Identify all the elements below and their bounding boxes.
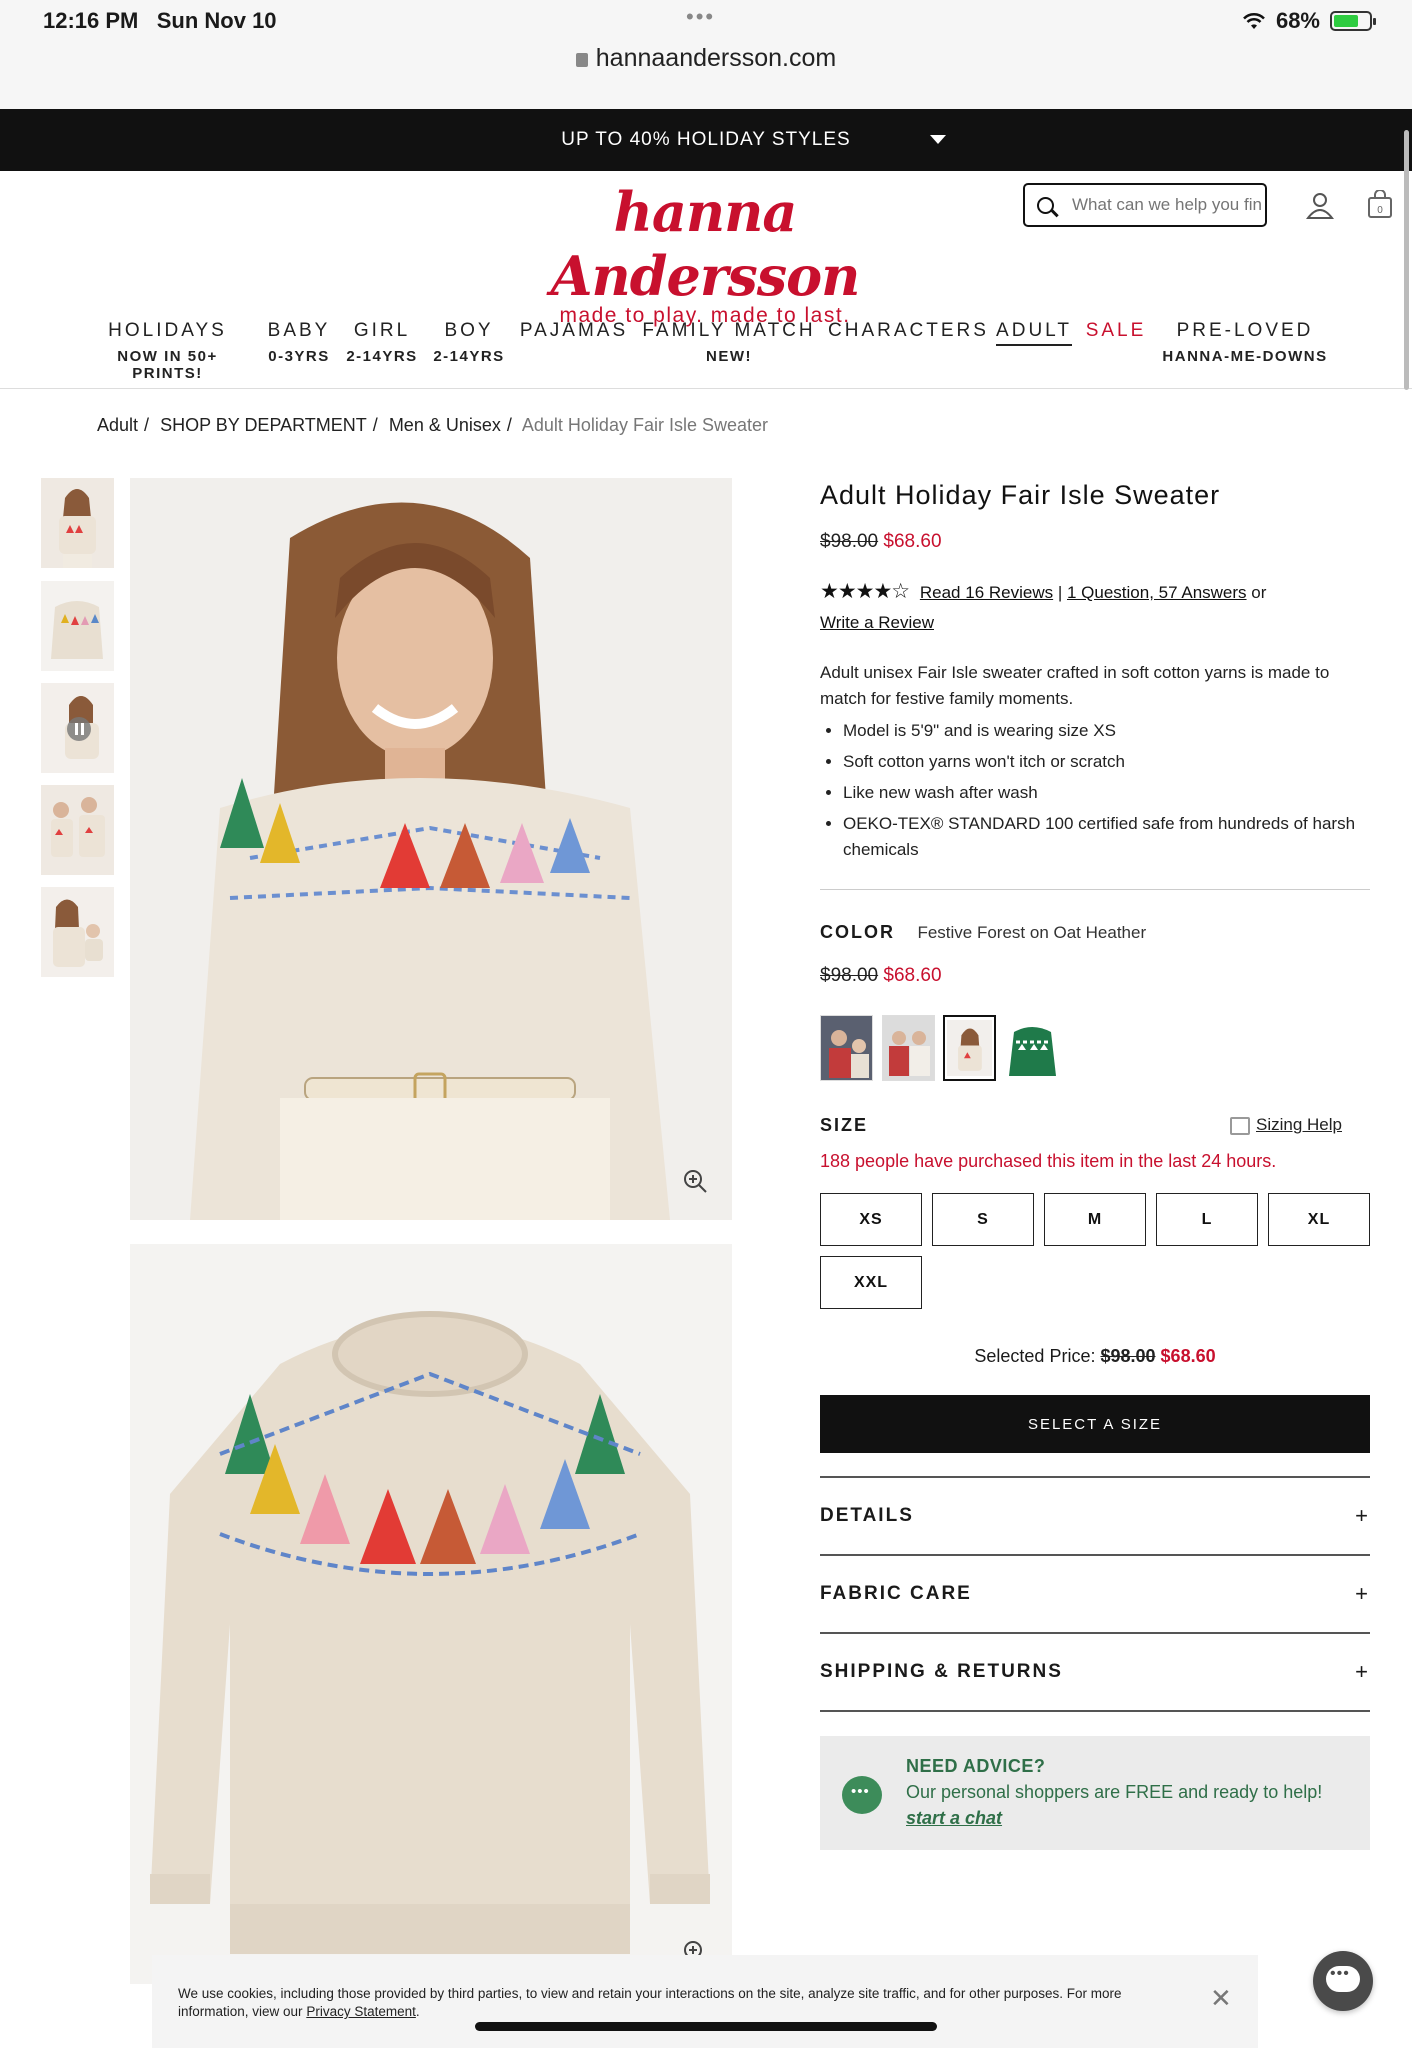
promo-banner[interactable]: UP TO 40% HOLIDAY STYLES [0, 109, 1412, 171]
lock-icon [575, 53, 588, 67]
questions-link[interactable]: 1 Question, 57 Answers [1067, 583, 1247, 602]
color-price: $98.00 $68.60 [820, 965, 942, 986]
search-icon[interactable] [1037, 196, 1054, 214]
advice-text: Our personal shoppers are FREE and ready… [906, 1782, 1323, 1802]
nav-holidays[interactable]: HOLIDAYS NOW IN 50+ PRINTS! [80, 320, 255, 382]
list-item: Model is 5'9" and is wearing size XS [843, 718, 1370, 744]
selected-price: Selected Price: $98.00 $68.60 [974, 1346, 1216, 1366]
size-l-button[interactable]: L [1156, 1193, 1258, 1246]
wifi-icon [1243, 13, 1265, 29]
nav-sale[interactable]: SALE [1085, 320, 1147, 342]
nav-family-match[interactable]: FAMILY MATCH NEW! [640, 320, 818, 365]
home-indicator[interactable] [475, 2022, 937, 2031]
plus-icon: + [1355, 1581, 1368, 1606]
product-info: Adult Holiday Fair Isle Sweater $98.00 $… [820, 480, 1370, 987]
chat-bubble-icon [842, 1776, 882, 1814]
breadcrumb-current: Adult Holiday Fair Isle Sweater [521, 415, 768, 435]
color-swatch-1[interactable] [820, 1015, 873, 1081]
breadcrumb-men-unisex[interactable]: Men & Unisex [389, 415, 501, 435]
thumbnail-4[interactable] [41, 785, 114, 875]
plus-icon: + [1355, 1659, 1368, 1684]
privacy-statement-link[interactable]: Privacy Statement [306, 2004, 416, 2019]
status-time: 12:16 PM Sun Nov 10 [43, 8, 277, 33]
multitask-dots-icon[interactable]: ••• [686, 4, 715, 30]
size-xs-button[interactable]: XS [820, 1193, 922, 1246]
chat-launcher-icon[interactable] [1313, 1951, 1373, 2011]
brand-logo[interactable]: hanna Andersson made to play. made to la… [540, 180, 870, 328]
nav-divider [0, 388, 1412, 389]
product-image-model[interactable] [130, 478, 732, 1220]
account-icon[interactable] [1305, 190, 1335, 220]
feature-list: Model is 5'9" and is wearing size XS Sof… [820, 718, 1370, 863]
chevron-down-icon[interactable] [930, 135, 946, 144]
color-swatch-2[interactable] [882, 1015, 935, 1081]
zoom-in-icon[interactable] [682, 1168, 708, 1194]
write-review-link[interactable]: Write a Review [820, 613, 934, 632]
search-box[interactable] [1023, 183, 1267, 227]
size-s-button[interactable]: S [932, 1193, 1034, 1246]
start-chat-link[interactable]: start a chat [906, 1808, 1002, 1829]
logo-script: hanna Andersson [550, 180, 861, 308]
product-description: Adult unisex Fair Isle sweater crafted i… [820, 660, 1370, 863]
battery-percent: 68% [1275, 8, 1320, 33]
cookie-banner: We use cookies, including those provided… [152, 1955, 1258, 2048]
advice-title: NEED ADVICE? [906, 1756, 1046, 1776]
list-item: Soft cotton yarns won't itch or scratch [843, 749, 1370, 775]
shopping-bag-icon[interactable]: 0 [1367, 190, 1393, 218]
sizing-help-link[interactable]: Sizing Help [1230, 1115, 1342, 1135]
battery-icon [1330, 11, 1376, 31]
scrollbar[interactable] [1404, 130, 1409, 390]
thumbnail-3-video[interactable] [41, 683, 114, 773]
read-reviews-link[interactable]: Read 16 Reviews [920, 583, 1053, 602]
size-xxl-button[interactable]: XXL [820, 1256, 922, 1309]
size-xl-button[interactable]: XL [1268, 1193, 1370, 1246]
color-row: COLOR Festive Forest on Oat Heather [820, 922, 1147, 942]
product-image-flat[interactable] [130, 1244, 732, 1984]
close-icon[interactable]: ✕ [1210, 1983, 1232, 2014]
list-item: Like new wash after wash [843, 780, 1370, 806]
svg-text:0: 0 [1377, 205, 1383, 216]
thumbnail-5[interactable] [41, 887, 114, 977]
nav-characters[interactable]: CHARACTERS [828, 320, 986, 342]
color-value: Festive Forest on Oat Heather [917, 923, 1147, 942]
rating-row: ★★★★☆ Read 16 Reviews | 1 Question, 57 A… [820, 580, 1267, 632]
accordion-shipping-returns[interactable]: SHIPPING & RETURNS + [820, 1632, 1370, 1712]
select-size-button[interactable]: SELECT A SIZE [820, 1395, 1370, 1453]
size-m-button[interactable]: M [1044, 1193, 1146, 1246]
url-bar[interactable]: hannaandersson.com [0, 44, 1412, 73]
breadcrumb-adult[interactable]: Adult [97, 415, 138, 435]
accordion-fabric-care[interactable]: FABRIC CARE + [820, 1554, 1370, 1632]
search-input[interactable] [1072, 195, 1262, 215]
price: $98.00 $68.60 [820, 531, 1370, 553]
breadcrumb: Adult / SHOP BY DEPARTMENT / Men & Unisex /… [97, 415, 768, 435]
status-right: 68% [1242, 8, 1376, 34]
nav-baby[interactable]: BABY 0-3YRS [264, 320, 334, 365]
nav-pre-loved[interactable]: PRE-LOVED HANNA-ME-DOWNS [1160, 320, 1330, 365]
thumbnail-2[interactable] [41, 581, 114, 671]
sale-price: $68.60 [883, 531, 942, 552]
color-swatch-4[interactable] [1005, 1015, 1058, 1081]
purchase-count-note: 188 people have purchased this item in t… [820, 1151, 1277, 1171]
nav-pajamas[interactable]: PAJAMAS [518, 320, 630, 342]
thumbnail-1[interactable] [41, 478, 114, 568]
breadcrumb-shop-by-department[interactable]: SHOP BY DEPARTMENT [160, 415, 367, 435]
nav-boy[interactable]: BOY 2-14YRS [430, 320, 508, 365]
original-price: $98.00 [820, 531, 879, 552]
browser-chrome: 12:16 PM Sun Nov 10 ••• 68% hannaanderss… [0, 0, 1412, 109]
plus-icon: + [1355, 1503, 1368, 1528]
list-item: OEKO-TEX® STANDARD 100 certified safe fr… [843, 811, 1370, 863]
rating-stars-icon: ★★★★☆ [820, 580, 910, 603]
need-advice-panel: NEED ADVICE? Our personal shoppers are F… [820, 1736, 1370, 1850]
color-swatch-3-selected[interactable] [943, 1015, 996, 1081]
main-navigation: HOLIDAYS NOW IN 50+ PRINTS! BABY 0-3YRS GI… [0, 320, 1412, 390]
size-label: SIZE [820, 1115, 869, 1135]
nav-adult[interactable]: ADULT [996, 320, 1072, 346]
nav-girl[interactable]: GIRL 2-14YRS [343, 320, 421, 365]
promo-text: UP TO 40% HOLIDAY STYLES [561, 129, 851, 150]
accordion-details[interactable]: DETAILS + [820, 1476, 1370, 1554]
product-title: Adult Holiday Fair Isle Sweater [820, 480, 1221, 510]
cookie-text: We use cookies, including those provided… [178, 1986, 1122, 2019]
divider [820, 889, 1370, 890]
